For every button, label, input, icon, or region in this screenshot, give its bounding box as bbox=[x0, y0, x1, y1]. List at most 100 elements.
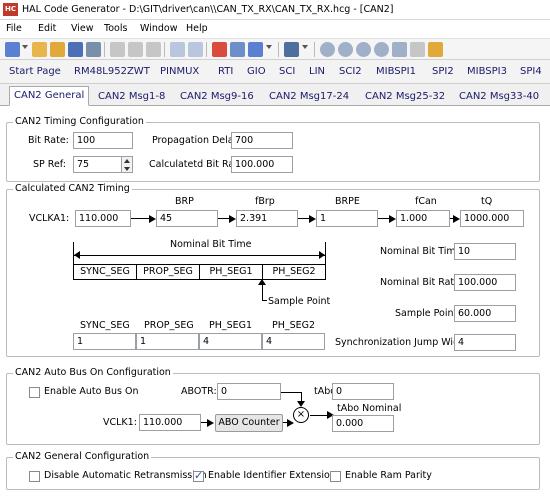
tab-content: CAN2 Timing Configuration Bit Rate: 100 … bbox=[0, 106, 550, 500]
nav-lin[interactable]: LIN bbox=[309, 66, 325, 77]
toolbar-separator bbox=[104, 42, 105, 57]
sjw-label: Synchronization Jump Width: bbox=[335, 337, 473, 348]
ph-seg1-label: PH_SEG1 bbox=[209, 320, 253, 331]
stack-dropdown-icon[interactable] bbox=[302, 45, 308, 49]
arrow-right-icon bbox=[319, 251, 325, 259]
tab-can2-msg9-16[interactable]: CAN2 Msg9-16 bbox=[180, 88, 254, 105]
tq-label: tQ bbox=[481, 196, 493, 207]
tabo-nominal-field: 0.000 bbox=[332, 415, 394, 432]
brpe-field: 1 bbox=[316, 210, 378, 227]
arrow-connector bbox=[310, 415, 328, 416]
nav-gio[interactable]: GIO bbox=[247, 66, 266, 77]
nominal-bit-rate-label: Nominal Bit Rate: bbox=[380, 277, 464, 288]
enable-identifier-extension-label: Enable Identifier Extension bbox=[208, 470, 336, 481]
sync-seg-label: SYNC_SEG bbox=[80, 320, 130, 331]
open-icon[interactable] bbox=[32, 42, 47, 57]
paste-icon[interactable] bbox=[146, 42, 161, 57]
abo-counter-button[interactable]: ABO Counter bbox=[215, 414, 283, 432]
refresh-icon[interactable] bbox=[374, 42, 389, 57]
home-icon[interactable] bbox=[392, 42, 407, 57]
brp-field: 45 bbox=[156, 210, 218, 227]
nav-sci2[interactable]: SCI2 bbox=[339, 66, 362, 77]
enable-identifier-extension-checkbox[interactable] bbox=[193, 469, 204, 482]
menu-window[interactable]: Window bbox=[140, 23, 177, 34]
nav-pinmux[interactable]: PINMUX bbox=[160, 66, 199, 77]
toolbar-separator bbox=[278, 42, 279, 57]
prop-seg-cell: PROP_SEG bbox=[136, 264, 200, 280]
spin-up-icon[interactable] bbox=[124, 159, 130, 163]
window-icon[interactable] bbox=[248, 42, 263, 57]
nav-mibspi1[interactable]: MIBSPI1 bbox=[376, 66, 416, 77]
nav-device[interactable]: RM48L952ZWT bbox=[74, 66, 150, 77]
spin-down-icon[interactable] bbox=[124, 167, 130, 171]
fcan-field: 1.000 bbox=[396, 210, 450, 227]
enable-ram-parity-label: Enable Ram Parity bbox=[345, 470, 432, 481]
forward-icon[interactable] bbox=[338, 42, 353, 57]
app-logo-icon: HC bbox=[3, 3, 18, 16]
tab-can2-general[interactable]: CAN2 General bbox=[9, 86, 90, 106]
menu-help[interactable]: Help bbox=[186, 23, 208, 34]
ph-seg2-label: PH_SEG2 bbox=[272, 320, 316, 331]
fbrp-label: fBrp bbox=[255, 196, 275, 207]
group-title: CAN2 General Configuration bbox=[13, 451, 152, 462]
tab-can2-msg17-24[interactable]: CAN2 Msg17-24 bbox=[269, 88, 349, 105]
stack-icon[interactable] bbox=[284, 42, 299, 57]
abotr-field[interactable]: 0 bbox=[217, 383, 281, 400]
tab-can2-msg25-32[interactable]: CAN2 Msg25-32 bbox=[365, 88, 445, 105]
folder-icon[interactable] bbox=[428, 42, 443, 57]
brp-label: BRP bbox=[175, 196, 194, 207]
nav-spi4[interactable]: SPI4 bbox=[520, 66, 542, 77]
undo-icon[interactable] bbox=[170, 42, 185, 57]
disable-auto-retransmission-checkbox[interactable] bbox=[29, 471, 40, 482]
toolbar bbox=[0, 38, 550, 60]
generate-icon[interactable] bbox=[212, 42, 227, 57]
menu-tools[interactable]: Tools bbox=[104, 23, 127, 34]
new-icon[interactable] bbox=[5, 42, 20, 57]
disable-auto-retransmission-label: Disable Automatic Retransmission bbox=[44, 470, 207, 481]
arrow-right-icon bbox=[207, 419, 214, 427]
arrow-up-icon bbox=[258, 279, 266, 285]
bit-rate-field[interactable]: 100 bbox=[73, 132, 133, 149]
tab-can2-msg33-40[interactable]: CAN2 Msg33-40 bbox=[459, 88, 539, 105]
window-dropdown-icon[interactable] bbox=[266, 45, 272, 49]
enable-auto-bus-on-checkbox[interactable] bbox=[29, 387, 40, 398]
copy-icon[interactable] bbox=[128, 42, 143, 57]
prop-seg-label: PROP_SEG bbox=[144, 320, 194, 331]
stop-icon[interactable] bbox=[356, 42, 371, 57]
redo-icon[interactable] bbox=[188, 42, 203, 57]
settings-icon[interactable] bbox=[230, 42, 245, 57]
back-icon[interactable] bbox=[320, 42, 335, 57]
menu-edit[interactable]: Edit bbox=[38, 23, 56, 34]
sync-seg-cell: SYNC_SEG bbox=[73, 264, 137, 280]
arrow-connector bbox=[262, 300, 267, 301]
fbrp-field: 2.391 bbox=[236, 210, 298, 227]
menu-file[interactable]: File bbox=[6, 23, 22, 34]
sp-ref-field[interactable]: 75 bbox=[73, 156, 122, 173]
brpe-label: BRPE bbox=[335, 196, 360, 207]
calculated-bit-rate-field: 100.000 bbox=[231, 156, 293, 173]
nominal-bit-rate-field: 100.000 bbox=[454, 274, 516, 291]
arrow-connector bbox=[281, 392, 301, 393]
save-all-icon[interactable] bbox=[86, 42, 101, 57]
window-title: HAL Code Generator - D:\GIT\driver\can\\… bbox=[22, 4, 394, 15]
timing-config-group: CAN2 Timing Configuration Bit Rate: 100 … bbox=[6, 116, 540, 182]
sp-ref-label: SP Ref: bbox=[33, 159, 67, 170]
nav-spi2[interactable]: SPI2 bbox=[432, 66, 454, 77]
enable-ram-parity-checkbox[interactable] bbox=[330, 471, 341, 482]
auto-bus-on-group: CAN2 Auto Bus On Configuration Enable Au… bbox=[6, 367, 540, 445]
sp-ref-spinner[interactable] bbox=[122, 156, 133, 173]
menu-view[interactable]: View bbox=[71, 23, 94, 34]
nav-mibspi3[interactable]: MIBSPI3 bbox=[467, 66, 507, 77]
nav-start-page[interactable]: Start Page bbox=[9, 66, 61, 77]
propagation-delay-field[interactable]: 700 bbox=[231, 132, 293, 149]
sync-seg-field: 1 bbox=[73, 333, 136, 350]
toolbar-separator bbox=[314, 42, 315, 57]
nav-rti[interactable]: RTI bbox=[218, 66, 233, 77]
new-dropdown-icon[interactable] bbox=[22, 45, 28, 49]
tab-can2-msg1-8[interactable]: CAN2 Msg1-8 bbox=[98, 88, 165, 105]
cut-icon[interactable] bbox=[110, 42, 125, 57]
save-icon[interactable] bbox=[68, 42, 83, 57]
folder-open-icon[interactable] bbox=[50, 42, 65, 57]
document-icon[interactable] bbox=[410, 42, 425, 57]
nav-sci[interactable]: SCI bbox=[279, 66, 295, 77]
